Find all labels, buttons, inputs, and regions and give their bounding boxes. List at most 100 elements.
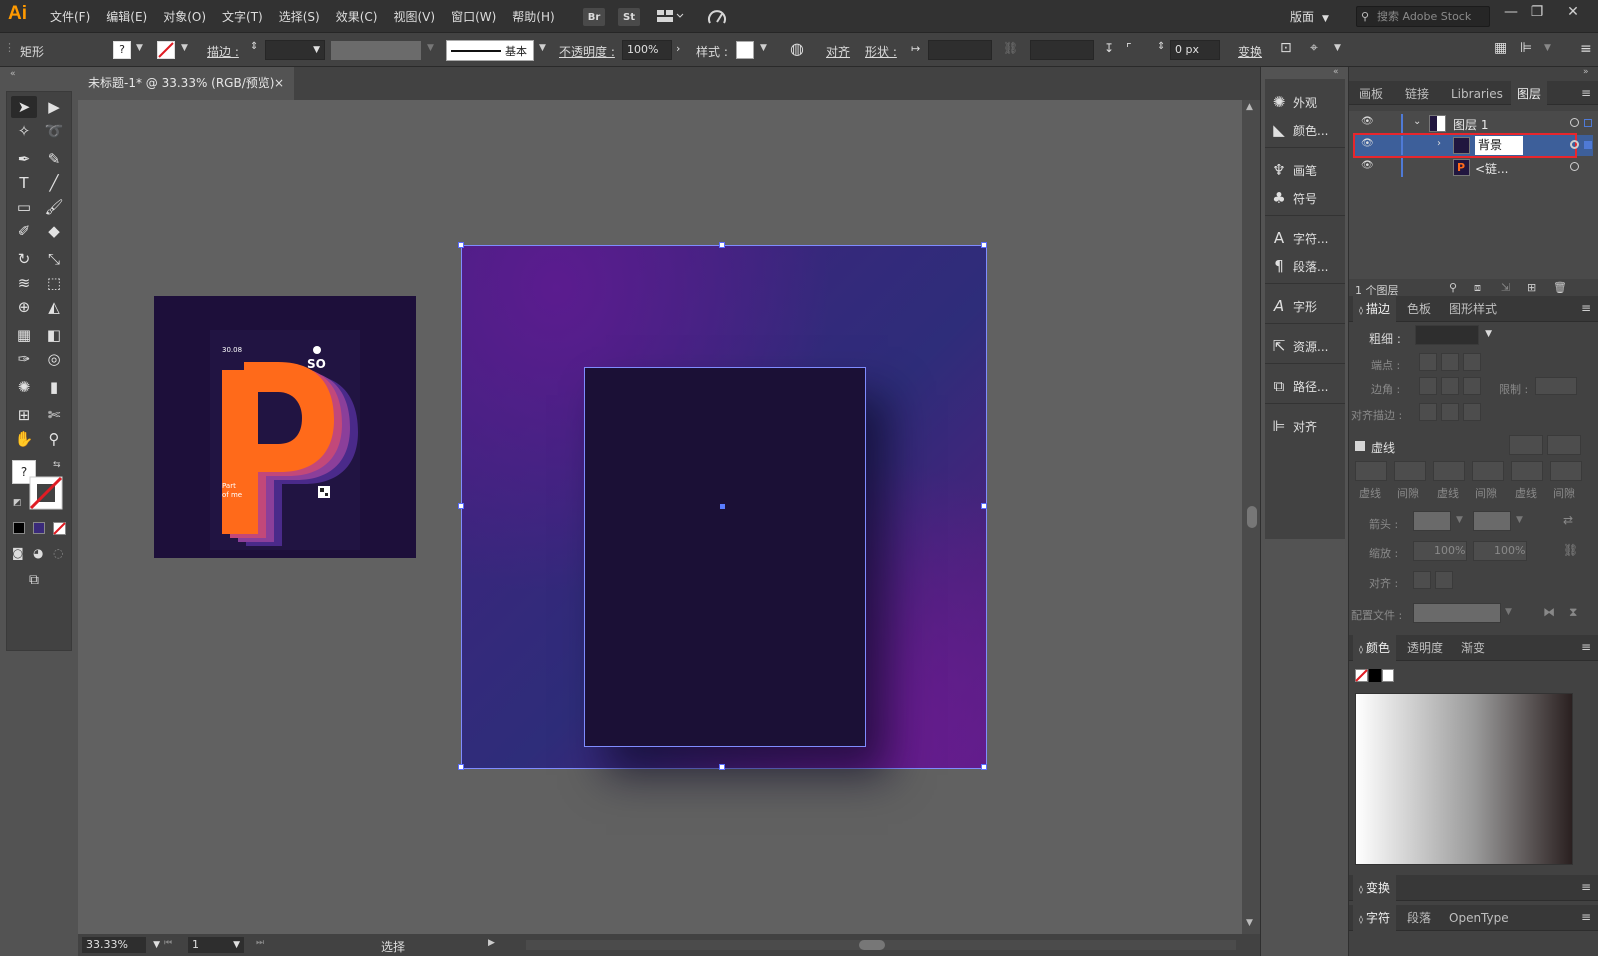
brush-definition[interactable]: 基本 xyxy=(446,40,534,61)
flip-along-icon[interactable]: ⧓ xyxy=(1543,605,1555,619)
stroke-stepper[interactable]: ⇕ xyxy=(250,41,258,52)
weight-field[interactable]: ▼ xyxy=(1415,325,1492,345)
handle-middle-left[interactable] xyxy=(458,503,464,509)
opacity-label[interactable]: 不透明度 : xyxy=(559,43,615,60)
arrowhead-end-select[interactable] xyxy=(1473,511,1511,531)
tab-layers[interactable]: 图层 xyxy=(1511,81,1548,107)
vertical-scrollbar[interactable]: ▲ ▼ xyxy=(1242,100,1260,934)
stroke-menu-icon[interactable]: ≡ xyxy=(1581,301,1591,315)
tab-color[interactable]: ◊ 颜色 xyxy=(1353,635,1396,661)
gap-field-2[interactable] xyxy=(1472,461,1504,481)
expand-dock-icon[interactable]: « xyxy=(1333,67,1339,77)
transform-link[interactable]: 变换 xyxy=(1238,43,1262,60)
arrowhead-start-dropdown-icon[interactable]: ▼ xyxy=(1456,515,1463,525)
handle-bottom-center[interactable] xyxy=(719,764,725,770)
scroll-down-icon[interactable]: ▼ xyxy=(1246,918,1253,928)
recolor-icon[interactable]: ◍ xyxy=(790,39,804,58)
puppet-warp-icon[interactable]: ⌖ xyxy=(1310,40,1318,56)
corner-radius-field[interactable]: 0 px xyxy=(1170,40,1220,60)
align-center-button[interactable] xyxy=(1419,403,1437,421)
minimize-button[interactable]: — xyxy=(1500,4,1522,24)
gpu-performance-icon[interactable] xyxy=(707,8,727,29)
visibility-eye-icon[interactable]: 👁 xyxy=(1361,116,1374,127)
horizontal-scroll-thumb[interactable] xyxy=(859,940,885,950)
width-field[interactable] xyxy=(928,40,992,60)
color-spectrum[interactable] xyxy=(1355,693,1573,865)
delete-layer-icon[interactable]: 🗑 xyxy=(1553,281,1567,294)
corner-type-icon[interactable]: ⌜ xyxy=(1126,41,1132,55)
menu-object[interactable]: 对象(O) xyxy=(163,8,206,25)
close-window-button[interactable]: ✕ xyxy=(1562,4,1584,24)
isolate-icon[interactable]: ⊡ xyxy=(1280,40,1292,56)
menu-select[interactable]: 选择(S) xyxy=(279,8,320,25)
dash-field-1[interactable] xyxy=(1355,461,1387,481)
paintbrush-tool-icon[interactable]: 🖌 xyxy=(41,196,67,218)
variable-width-profile[interactable] xyxy=(331,41,421,60)
menu-edit[interactable]: 编辑(E) xyxy=(106,8,147,25)
stock-button[interactable]: St xyxy=(618,8,640,26)
dock-asset-export[interactable]: ⇱ 资源... xyxy=(1265,333,1345,359)
align-inside-button[interactable] xyxy=(1441,403,1459,421)
handle-middle-right[interactable] xyxy=(981,503,987,509)
arrow-scale-start-field[interactable]: 100% xyxy=(1413,541,1467,561)
layer-row-background[interactable]: 👁 › 背景 xyxy=(1353,133,1593,158)
visibility-eye-icon[interactable]: 👁 xyxy=(1361,138,1374,149)
new-sublayer-icon[interactable]: ⇲ xyxy=(1501,281,1510,294)
arrow-align-end-button[interactable] xyxy=(1435,571,1453,589)
graphic-style-swatch[interactable] xyxy=(736,41,754,59)
dock-align[interactable]: ⊫ 对齐 xyxy=(1265,413,1345,439)
artboard-number-field[interactable]: 1 ▼ xyxy=(188,937,244,953)
stroke-label[interactable]: 描边 : xyxy=(207,43,239,60)
miter-limit-field[interactable] xyxy=(1535,377,1577,395)
status-expand-icon[interactable]: ▶ xyxy=(488,938,495,948)
collapse-tools-icon[interactable]: « xyxy=(10,69,16,79)
none-swatch[interactable] xyxy=(1355,669,1368,685)
dash-field-2[interactable] xyxy=(1433,461,1465,481)
menu-window[interactable]: 窗口(W) xyxy=(451,8,496,25)
selection-tool-icon[interactable]: ➤ xyxy=(11,96,37,118)
cap-round-button[interactable] xyxy=(1441,353,1459,371)
arrowhead-start-select[interactable] xyxy=(1413,511,1451,531)
link-arrow-scale-icon[interactable]: ⛓ xyxy=(1563,543,1578,557)
hand-tool-icon[interactable]: ✋ xyxy=(11,428,37,450)
expand-sublayer-icon[interactable]: › xyxy=(1437,138,1441,149)
scroll-up-icon[interactable]: ▲ xyxy=(1246,102,1253,112)
black-swatch[interactable] xyxy=(1369,669,1381,682)
layer-row-layer1[interactable]: 👁 ⌄ 图层 1 xyxy=(1355,113,1593,134)
swap-fill-stroke-icon[interactable]: ⇆ xyxy=(53,460,61,470)
line-tool-icon[interactable]: ╱ xyxy=(41,172,67,194)
color-mode-icon[interactable] xyxy=(13,522,25,534)
fill-dropdown-icon[interactable]: ▼ xyxy=(136,43,143,53)
rectangle-tool-icon[interactable]: ▭ xyxy=(11,196,37,218)
handle-top-center[interactable] xyxy=(719,242,725,248)
clipping-mask-icon[interactable]: ⧈ xyxy=(1474,281,1481,295)
zoom-tool-icon[interactable]: ⚲ xyxy=(41,428,67,450)
symbol-sprayer-tool-icon[interactable]: ✺ xyxy=(11,376,37,398)
tab-character[interactable]: ◊ 字符 xyxy=(1353,905,1396,931)
free-transform-tool-icon[interactable]: ⬚ xyxy=(41,272,67,294)
eraser-tool-icon[interactable]: ◆ xyxy=(41,220,67,242)
bridge-button[interactable]: Br xyxy=(583,8,605,26)
cap-butt-button[interactable] xyxy=(1419,353,1437,371)
corner-round-button[interactable] xyxy=(1441,377,1459,395)
tab-opentype[interactable]: OpenType xyxy=(1443,905,1515,931)
default-colors-icon[interactable]: ◩ xyxy=(13,498,22,508)
dock-brushes[interactable]: ♆ 画笔 xyxy=(1265,157,1345,183)
tab-transform[interactable]: ◊ 变换 xyxy=(1353,875,1396,901)
gap-field-1[interactable] xyxy=(1394,461,1426,481)
vertical-scroll-thumb[interactable] xyxy=(1247,506,1257,528)
close-document-icon[interactable]: × xyxy=(274,67,284,100)
width-tool-icon[interactable]: ≋ xyxy=(11,272,37,294)
scale-tool-icon[interactable]: ⤡ xyxy=(41,248,67,270)
transform-menu-icon[interactable]: ≡ xyxy=(1581,880,1591,894)
first-artboard-icon[interactable]: ⏮ xyxy=(164,938,172,948)
layer-row-linked[interactable]: 👁 P <链... xyxy=(1355,157,1593,178)
tab-swatches[interactable]: 色板 xyxy=(1401,296,1437,322)
stroke-swatch[interactable] xyxy=(157,41,175,62)
curvature-tool-icon[interactable]: ✎ xyxy=(41,148,67,170)
tab-transparency[interactable]: 透明度 xyxy=(1401,635,1449,661)
eyedropper-tool-icon[interactable]: ✑ xyxy=(11,348,37,370)
shape-label[interactable]: 形状 : xyxy=(865,43,897,60)
tab-stroke[interactable]: ◊ 描边 xyxy=(1353,296,1396,322)
lasso-tool-icon[interactable]: ➰ xyxy=(41,120,67,142)
